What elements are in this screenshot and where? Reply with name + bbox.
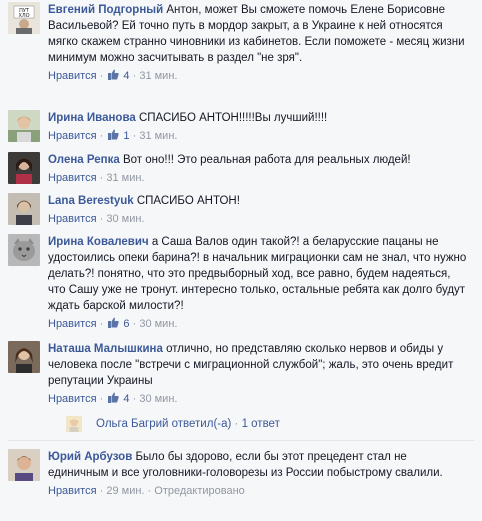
like-button[interactable]: Нравится [48,485,97,497]
avatar[interactable] [8,234,40,266]
avatar[interactable] [8,341,40,373]
comment-author[interactable]: Наташа Малышкина [48,343,163,355]
comment-meta: Нравится · 29 мин. · Отредактировано [48,485,245,497]
like-button[interactable]: Нравится [48,318,97,330]
reply-action[interactable]: ответил(-а) [172,418,232,430]
like-button[interactable]: Нравится [48,213,97,225]
like-button[interactable]: Нравится [48,130,97,142]
comment-meta: Нравится · 31 мин. [48,172,145,184]
like-count[interactable]: 4 [123,70,129,82]
comment-meta: Нравится · 4 · 31 мин. [48,69,178,82]
comment-body: Ирина Иванова СПАСИБО АНТОН!!!!!Вы лучши… [48,110,470,144]
avatar[interactable] [8,110,40,142]
comment-meta: Нравится · 4 · 30 мин. [48,392,178,405]
timestamp[interactable]: 31 мин. [139,70,177,82]
comment-author[interactable]: Олена Репка [48,154,120,166]
edited-label[interactable]: Отредактировано [154,485,245,497]
avatar[interactable]: ПУТ ХЛО [8,2,40,34]
reply-count[interactable]: 1 ответ [242,418,280,430]
timestamp[interactable]: 30 мин. [139,318,177,330]
timestamp[interactable]: 31 мин. [106,172,144,184]
comment-text: СПАСИБО АНТОН!!!!!Вы лучший!!!! [138,112,328,124]
thumbs-up-icon [108,129,119,140]
thumbs-up-icon [108,392,119,403]
like-count[interactable]: 1 [123,130,129,142]
comment-thread: ПУТ ХЛО Евгений Подгорный Антон, может В… [0,0,482,521]
divider [8,440,474,441]
reply-author[interactable]: Ольга Багрий [96,418,168,430]
like-count[interactable]: 6 [123,318,129,330]
comment-body: Юрий Арбузов Было бы здорово, если бы эт… [48,449,470,499]
avatar[interactable] [66,416,82,432]
comment-author[interactable]: Юрий Арбузов [48,451,132,463]
timestamp[interactable]: 30 мин. [106,213,144,225]
like-count[interactable]: 4 [123,393,129,405]
avatar[interactable] [8,193,40,225]
comment-text: Вот оно!!! Это реальная работа для реаль… [122,154,411,166]
like-button[interactable]: Нравится [48,393,97,405]
comment-author[interactable]: Евгений Подгорный [48,4,163,16]
timestamp[interactable]: 30 мин. [139,393,177,405]
timestamp[interactable]: 29 мин. [106,485,144,497]
comment-text: СПАСИБО АНТОН! [136,195,240,207]
comment-meta: Нравится · 6 · 30 мин. [48,317,178,330]
avatar[interactable] [8,449,40,481]
comment-body: Олена Репка Вот оно!!! Это реальная рабо… [48,152,470,186]
svg-text:ХЛО: ХЛО [18,13,29,19]
like-button[interactable]: Нравится [48,70,97,82]
comment-author[interactable]: Ирина Ковалевич [48,236,149,248]
comment-body: Ирина Ковалевич а Саша Валов один такой?… [48,234,470,332]
thumbs-up-icon [108,317,119,328]
timestamp[interactable]: 31 мин. [139,130,177,142]
comment-author[interactable]: Lana Berestyuk [48,195,134,207]
comment-body: Наташа Малышкина отлично, но представляю… [48,341,470,407]
comment-meta: Нравится · 1 · 31 мин. [48,129,178,142]
comment-meta: Нравится · 30 мин. [48,213,145,225]
thumbs-up-icon [108,69,119,80]
comment-body: Евгений Подгорный Антон, может Вы сможет… [48,2,470,84]
like-button[interactable]: Нравится [48,172,97,184]
avatar[interactable] [8,152,40,184]
comment-author[interactable]: Ирина Иванова [48,112,136,124]
comment-body: Lana Berestyuk СПАСИБО АНТОН! Нравится ·… [48,193,470,227]
